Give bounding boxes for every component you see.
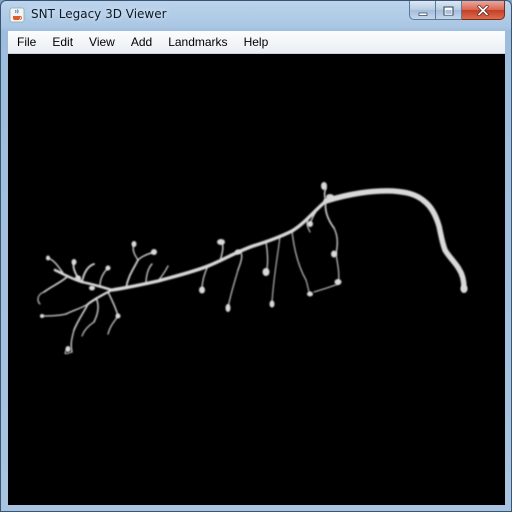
menu-edit[interactable]: Edit bbox=[44, 31, 81, 53]
menu-view[interactable]: View bbox=[81, 31, 123, 53]
minimize-button[interactable] bbox=[409, 1, 436, 20]
menu-landmarks[interactable]: Landmarks bbox=[160, 31, 235, 53]
neuron-distal-branch bbox=[323, 188, 467, 291]
menu-help[interactable]: Help bbox=[236, 31, 277, 53]
close-icon bbox=[477, 1, 489, 20]
menu-bar: File Edit View Add Landmarks Help bbox=[8, 31, 505, 54]
maximize-button[interactable] bbox=[436, 1, 462, 20]
close-button[interactable] bbox=[462, 1, 505, 20]
menu-add[interactable]: Add bbox=[123, 31, 160, 53]
app-window: SNT Legacy 3D Viewer File Edit View Add … bbox=[0, 0, 512, 512]
menu-file[interactable]: File bbox=[8, 31, 44, 53]
neuron-reconstruction bbox=[37, 182, 468, 355]
caption-buttons bbox=[409, 1, 505, 21]
minimize-icon bbox=[418, 1, 428, 20]
window-title: SNT Legacy 3D Viewer bbox=[31, 7, 167, 21]
3d-viewer-canvas[interactable] bbox=[8, 54, 505, 505]
title-bar[interactable]: SNT Legacy 3D Viewer bbox=[1, 1, 511, 31]
maximize-icon bbox=[443, 1, 454, 20]
java-cup-icon bbox=[9, 7, 25, 23]
